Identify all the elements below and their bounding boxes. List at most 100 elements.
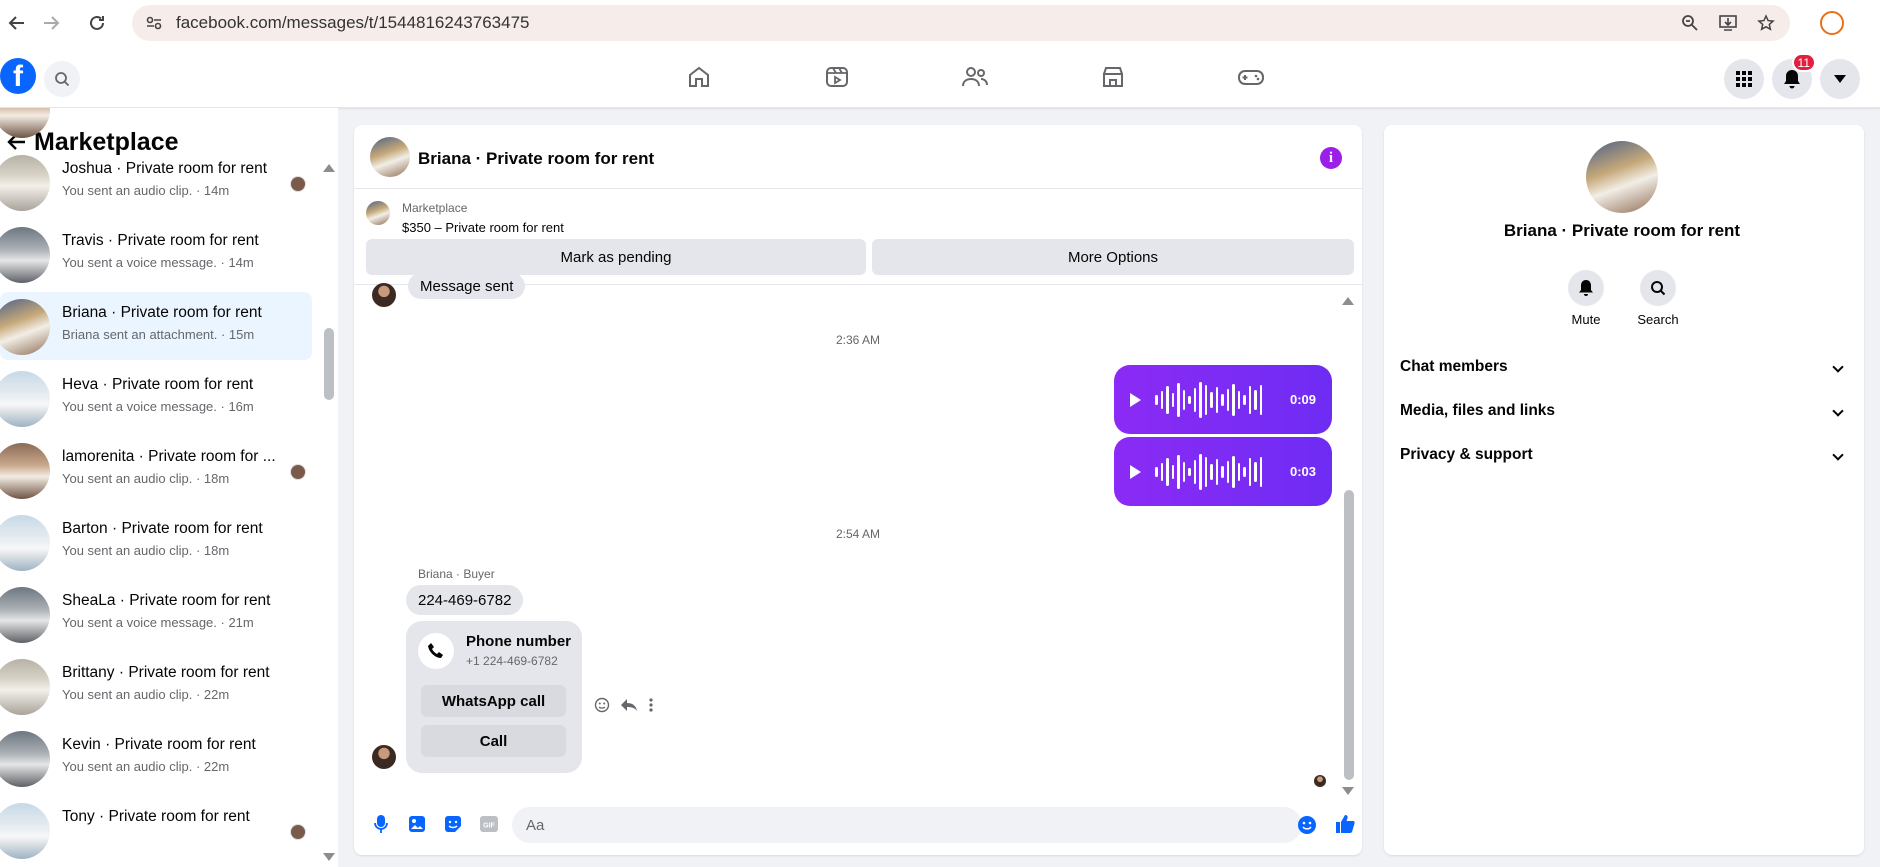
conversation-item[interactable]: Brittany · Private room for rent You sent… [0, 652, 312, 720]
message-composer: GIF Aa [354, 795, 1362, 855]
facebook-logo-icon[interactable]: f [0, 58, 36, 94]
sidebar-scrollbar[interactable] [322, 108, 336, 867]
scroll-up-arrow[interactable] [323, 164, 335, 172]
search-icon[interactable] [44, 61, 80, 97]
search-icon[interactable] [1640, 270, 1676, 306]
microphone-icon[interactable] [370, 813, 392, 835]
scroll-up-arrow[interactable] [1342, 297, 1354, 305]
install-app-icon[interactable] [1716, 11, 1740, 35]
mute-button[interactable]: Mute [1556, 270, 1616, 327]
conversation-item[interactable]: Briana · Private room for rent Briana sen… [0, 292, 312, 360]
section-label: Media, files and links [1400, 402, 1556, 419]
zoom-icon[interactable] [1678, 11, 1702, 35]
listing-title[interactable]: $350 – Private room for rent [402, 220, 564, 235]
chat-members-section[interactable]: Chat members [1400, 347, 1848, 387]
conversation-thumbnail [0, 299, 50, 355]
conversation-name: Briana · Private room for rent [62, 304, 262, 321]
search-conversation-button[interactable]: Search [1628, 270, 1688, 327]
chevron-down-icon[interactable] [1832, 449, 1844, 461]
address-bar[interactable]: facebook.com/messages/t/1544816243763475 [132, 5, 1790, 41]
read-receipt-avatar [1314, 775, 1326, 787]
browser-profile-icon[interactable] [1820, 11, 1844, 35]
media-files-links-section[interactable]: Media, files and links [1400, 391, 1848, 431]
play-icon[interactable] [1130, 392, 1141, 407]
audio-message[interactable]: 0:03 [1114, 437, 1332, 506]
chat-title[interactable]: Briana · Private room for rent [418, 149, 654, 169]
home-icon[interactable] [630, 46, 768, 108]
audio-message[interactable]: 0:09 [1114, 365, 1332, 434]
conversation-thumbnail [0, 587, 50, 643]
marketplace-icon[interactable] [1044, 46, 1182, 108]
reels-icon[interactable] [768, 46, 906, 108]
sender-avatar [372, 745, 396, 769]
mark-as-pending-button[interactable]: Mark as pending [366, 239, 866, 275]
conversation-thumbnail [0, 155, 50, 211]
reload-icon[interactable] [80, 6, 114, 40]
emoji-icon[interactable] [1296, 814, 1318, 836]
scrollbar-thumb[interactable] [324, 328, 334, 400]
gaming-icon[interactable] [1182, 46, 1320, 108]
bell-icon[interactable] [1568, 270, 1604, 306]
chat-header: Briana · Private room for rent i [354, 125, 1362, 189]
forward-icon[interactable] [34, 6, 68, 40]
details-avatar[interactable] [1586, 141, 1658, 213]
scroll-down-arrow[interactable] [1342, 787, 1354, 795]
chat-avatar[interactable] [370, 137, 410, 177]
back-icon[interactable] [0, 6, 34, 40]
info-icon[interactable]: i [1320, 147, 1342, 169]
conversation-item[interactable]: Travis · Private room for rent You sent a… [0, 220, 312, 288]
phone-contact-card: Phone number +1 224-469-6782 WhatsApp ca… [406, 621, 582, 773]
previous-message-bubble[interactable]: Message sent [408, 273, 526, 299]
conversation-name: SheaLa · Private room for rent [62, 592, 271, 609]
waveform [1155, 452, 1262, 492]
conversation-item[interactable]: Tony · Private room for rent [0, 796, 312, 864]
seen-by-avatar [290, 176, 306, 192]
call-button[interactable]: Call [421, 725, 566, 757]
message-input[interactable]: Aa [512, 807, 1302, 843]
conversation-item[interactable]: lamorenita · Private room for ... You sen… [0, 436, 312, 504]
conversation-name: Tony · Private room for rent [62, 808, 250, 825]
sticker-icon[interactable] [442, 813, 464, 835]
listing-thumbnail [366, 201, 390, 225]
like-thumb-icon[interactable] [1334, 813, 1356, 835]
friends-icon[interactable] [906, 46, 1044, 108]
conversation-item[interactable]: Barton · Private room for rent You sent a… [0, 508, 312, 576]
details-name: Briana · Private room for rent [1503, 221, 1741, 240]
conversation-preview: You sent an audio clip. · 18m [62, 471, 230, 486]
partial-conversation[interactable] [0, 108, 312, 138]
gif-icon[interactable]: GIF [478, 813, 500, 835]
url-text[interactable]: facebook.com/messages/t/1544816243763475 [176, 13, 529, 33]
marketplace-listing-bar: Marketplace $350 – Private room for rent… [354, 189, 1362, 285]
conversation-item[interactable]: Heva · Private room for rent You sent a v… [0, 364, 312, 432]
notifications-bell-icon[interactable]: 11 [1772, 53, 1816, 99]
scrollbar-thumb[interactable] [1344, 490, 1354, 780]
conversation-thumbnail [0, 803, 50, 859]
photo-icon[interactable] [406, 813, 428, 835]
phone-message-bubble[interactable]: 224-469-6782 [406, 585, 524, 615]
chevron-down-icon[interactable] [1832, 405, 1844, 417]
notification-badge: 11 [1791, 53, 1816, 72]
play-icon[interactable] [1130, 464, 1141, 479]
more-options-button[interactable]: More Options [872, 239, 1354, 275]
conversation-item[interactable]: Joshua · Private room for rent You sent a… [0, 148, 312, 216]
conversation-item[interactable]: Kevin · Private room for rent You sent an… [0, 724, 312, 792]
more-actions-icon[interactable] [648, 697, 654, 718]
conversation-preview: You sent an audio clip. · 22m [62, 759, 230, 774]
audio-duration: 0:03 [1289, 464, 1316, 479]
menu-grid-icon[interactable] [1724, 59, 1764, 99]
conversation-thumbnail [0, 731, 50, 787]
react-emoji-icon[interactable] [594, 697, 610, 718]
facebook-top-bar: f 11 [0, 46, 1880, 108]
privacy-support-section[interactable]: Privacy & support [1400, 435, 1848, 475]
chat-scrollbar[interactable] [1342, 295, 1354, 795]
bookmark-star-icon[interactable] [1754, 11, 1778, 35]
conversation-preview: You sent an audio clip. · 18m [62, 543, 230, 558]
scroll-down-arrow[interactable] [323, 853, 335, 861]
conversation-item[interactable]: SheaLa · Private room for rent You sent a… [0, 580, 312, 648]
conversation-thumbnail [0, 659, 50, 715]
account-dropdown-icon[interactable] [1820, 59, 1860, 99]
chevron-down-icon[interactable] [1832, 361, 1844, 373]
reply-icon[interactable] [620, 697, 638, 718]
site-settings-icon[interactable] [144, 13, 164, 33]
whatsapp-call-button[interactable]: WhatsApp call [421, 685, 566, 717]
